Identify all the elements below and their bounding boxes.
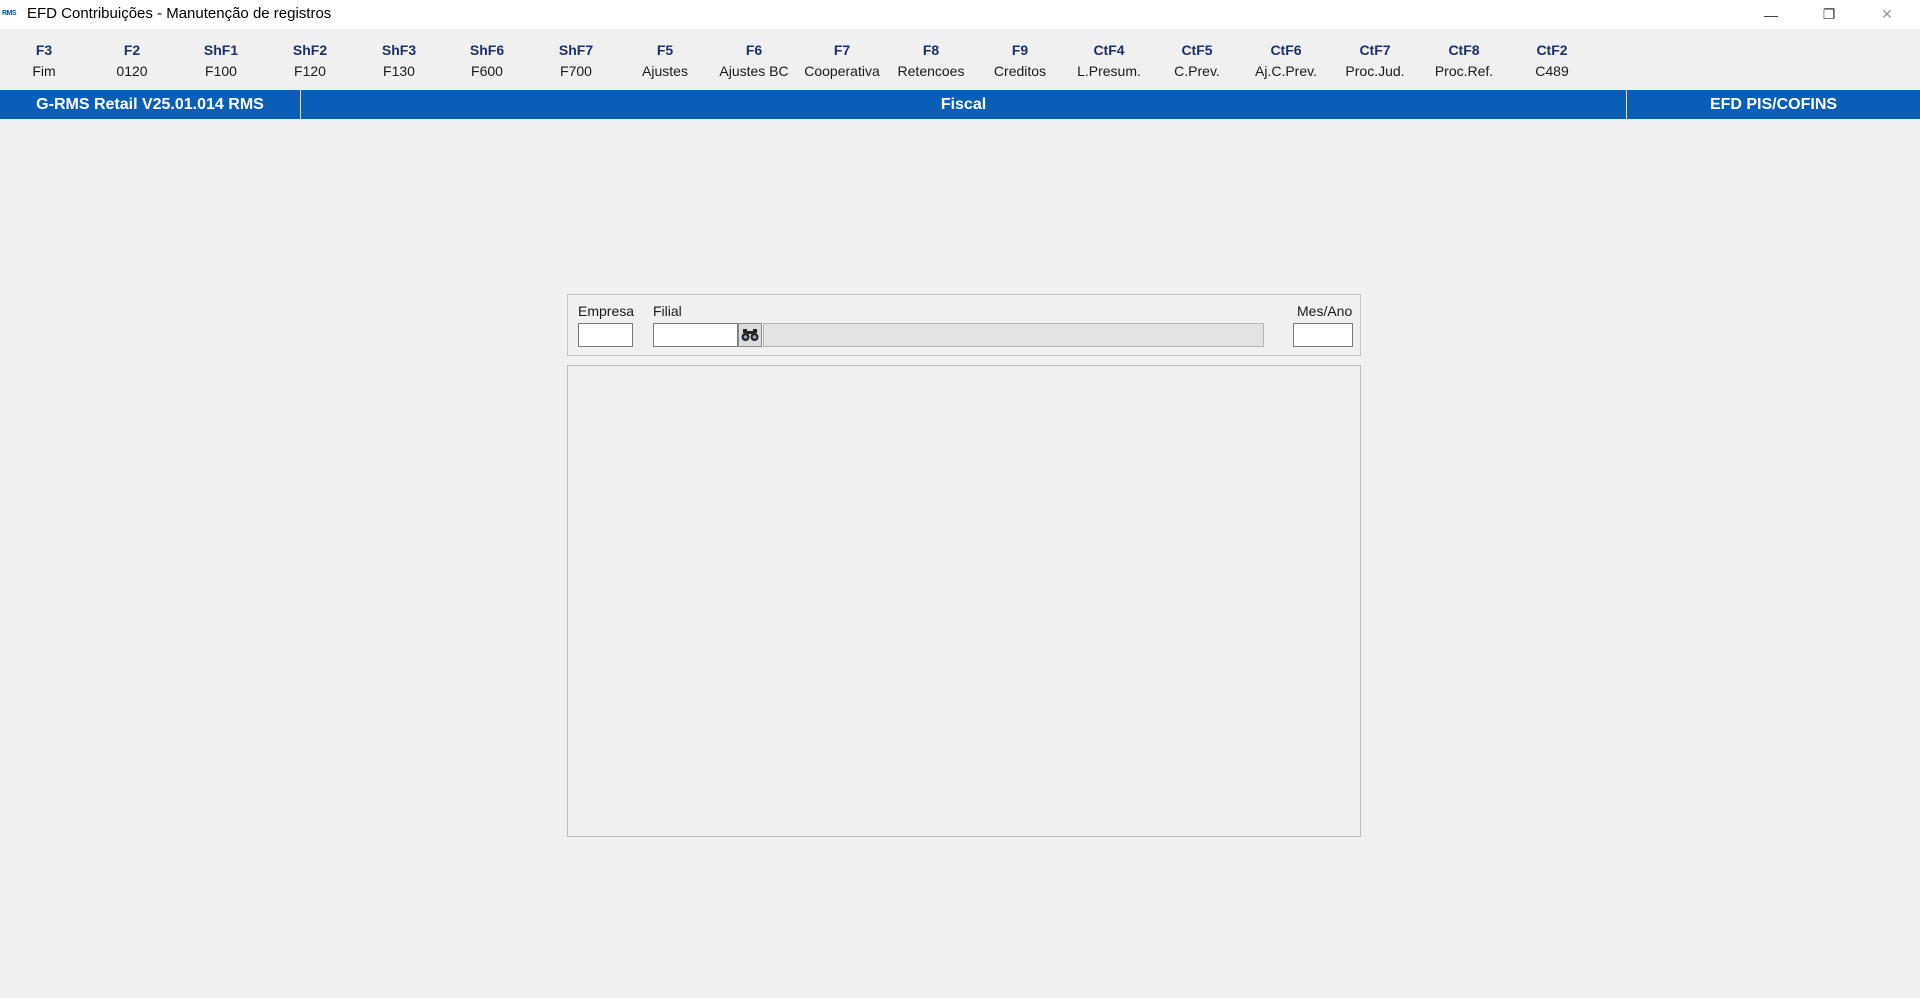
toolbar-key: F5 (656, 42, 674, 58)
status-bar: G-RMS Retail V25.01.014 RMS Fiscal EFD P… (0, 90, 1920, 119)
toolbar-button-creditos[interactable]: F9 Creditos (975, 39, 1065, 87)
function-key-toolbar: F3 Fim F2 0120 ShF1 F100 ShF2 F120 ShF3 … (0, 29, 1920, 89)
toolbar-button-f600[interactable]: ShF6 F600 (442, 39, 532, 87)
window-title: EFD Contribuições - Manutenção de regist… (27, 5, 332, 22)
toolbar-label: F700 (560, 63, 592, 79)
toolbar-button-proc-ref[interactable]: CtF8 Proc.Ref. (1419, 39, 1509, 87)
toolbar-button-proc-jud[interactable]: CtF7 Proc.Jud. (1330, 39, 1420, 87)
toolbar-button-c-prev[interactable]: CtF5 C.Prev. (1152, 39, 1242, 87)
minimize-button[interactable]: — (1742, 0, 1800, 29)
toolbar-button-c489[interactable]: CtF2 C489 (1507, 39, 1597, 87)
toolbar-label: Ajustes BC (719, 63, 789, 79)
toolbar-label: F100 (205, 63, 237, 79)
toolbar-button-l-presum[interactable]: CtF4 L.Presum. (1064, 39, 1154, 87)
filter-panel: Empresa Filial Mes/Ano (567, 294, 1361, 356)
close-button[interactable]: ✕ (1858, 0, 1916, 29)
toolbar-label: Ajustes (642, 63, 688, 79)
toolbar-label: C489 (1535, 63, 1569, 79)
toolbar-button-f700[interactable]: ShF7 F700 (531, 39, 621, 87)
toolbar-label: C.Prev. (1174, 63, 1220, 79)
toolbar-key: CtF4 (1093, 42, 1125, 58)
toolbar-label: Fim (32, 63, 56, 79)
module-name: Fiscal (940, 96, 987, 113)
toolbar-key: F9 (1011, 42, 1029, 58)
system-version: G-RMS Retail V25.01.014 RMS (36, 96, 264, 113)
toolbar-label: F600 (471, 63, 503, 79)
toolbar-key: ShF6 (469, 42, 505, 58)
restore-button[interactable]: ❐ (1800, 0, 1858, 29)
toolbar-label: Aj.C.Prev. (1255, 63, 1317, 79)
toolbar-key: F3 (35, 42, 53, 58)
toolbar-label: F120 (294, 63, 326, 79)
toolbar-button-cooperativa[interactable]: F7 Cooperativa (797, 39, 887, 87)
title-bar: RMS EFD Contribuições - Manutenção de re… (0, 0, 1920, 30)
toolbar-key: F6 (745, 42, 763, 58)
toolbar-label: Creditos (993, 63, 1047, 79)
toolbar-key: ShF1 (203, 42, 239, 58)
filial-input[interactable] (653, 323, 738, 347)
filial-lookup-button[interactable] (738, 323, 762, 347)
toolbar-label: 0120 (116, 63, 148, 79)
toolbar-button-f120[interactable]: ShF2 F120 (265, 39, 355, 87)
toolbar-key: CtF2 (1536, 42, 1568, 58)
toolbar-button-ajustes-bc[interactable]: F6 Ajustes BC (709, 39, 799, 87)
toolbar-button-retencoes[interactable]: F8 Retencoes (886, 39, 976, 87)
toolbar-key: CtF6 (1270, 42, 1302, 58)
toolbar-key: CtF7 (1359, 42, 1391, 58)
toolbar-key: F8 (922, 42, 940, 58)
mes-ano-label: Mes/Ano (1297, 303, 1353, 319)
toolbar-button-aj-c-prev[interactable]: CtF6 Aj.C.Prev. (1241, 39, 1331, 87)
records-grid[interactable] (567, 365, 1361, 837)
filial-label: Filial (653, 303, 682, 319)
toolbar-label: F130 (383, 63, 415, 79)
restore-icon: ❐ (1822, 6, 1836, 22)
toolbar-button-0120[interactable]: F2 0120 (87, 39, 177, 87)
toolbar-label: Cooperativa (804, 63, 880, 79)
filial-description (763, 323, 1264, 347)
minimize-icon: — (1764, 6, 1778, 23)
toolbar-key: F2 (123, 42, 141, 58)
toolbar-button-f130[interactable]: ShF3 F130 (354, 39, 444, 87)
mes-ano-input[interactable] (1293, 323, 1353, 347)
toolbar-key: ShF7 (558, 42, 594, 58)
toolbar-key: CtF5 (1181, 42, 1213, 58)
toolbar-key: ShF3 (381, 42, 417, 58)
rms-logo-icon: RMS (2, 10, 17, 17)
toolbar-key: CtF8 (1448, 42, 1480, 58)
toolbar-button-fim[interactable]: F3 Fim (0, 39, 89, 87)
toolbar-label: L.Presum. (1077, 63, 1141, 79)
binoculars-icon (741, 329, 759, 341)
close-icon: ✕ (1881, 6, 1893, 22)
toolbar-key: ShF2 (292, 42, 328, 58)
toolbar-label: Proc.Jud. (1345, 63, 1405, 79)
toolbar-button-f100[interactable]: ShF1 F100 (176, 39, 266, 87)
toolbar-label: Retencoes (897, 63, 965, 79)
toolbar-label: Proc.Ref. (1434, 63, 1494, 79)
toolbar-key: F7 (833, 42, 851, 58)
toolbar-button-ajustes[interactable]: F5 Ajustes (620, 39, 710, 87)
empresa-label: Empresa (578, 303, 635, 319)
routine-name: EFD PIS/COFINS (1709, 96, 1838, 113)
empresa-input[interactable] (578, 323, 633, 347)
